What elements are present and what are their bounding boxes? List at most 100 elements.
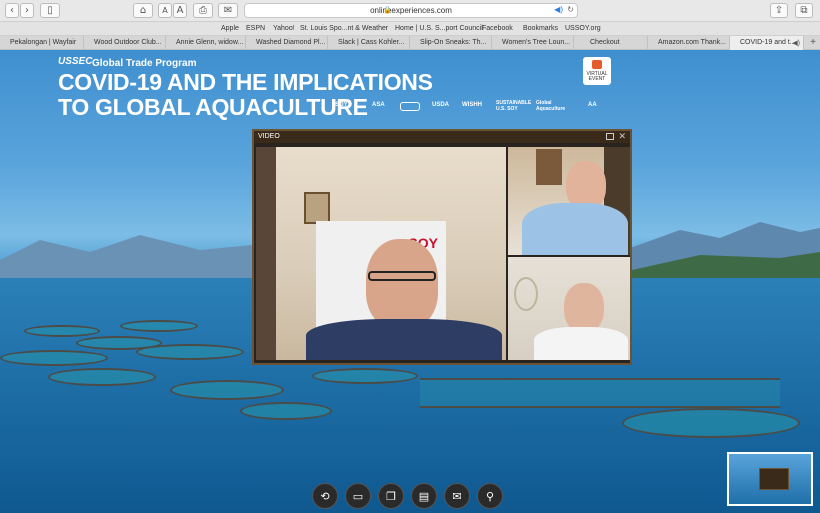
replay-button[interactable]: ⟲	[312, 483, 338, 509]
sponsor-logo: SOY	[335, 102, 348, 108]
sponsor-logo: AA	[588, 102, 597, 108]
bookmark-item[interactable]: St. Louis Spo...nt & Weather	[300, 25, 388, 32]
close-icon[interactable]: ✕	[618, 131, 626, 142]
bookmark-item[interactable]: Bookmarks	[523, 25, 558, 32]
profile-button[interactable]: ⚲	[477, 483, 503, 509]
browser-tab[interactable]: Slack | Cass Kohler...	[328, 36, 410, 50]
home-icon[interactable]: ⌂	[133, 3, 153, 18]
maximize-icon[interactable]	[606, 133, 614, 140]
fish-farm-platform	[420, 378, 780, 408]
speaker-icon[interactable]: ◀)	[792, 39, 800, 47]
tab-label: Women's Tree Loun...	[502, 39, 571, 46]
text-smaller-button[interactable]: A	[158, 3, 172, 18]
browser-tab-active[interactable]: COVID-19 and t... ◀)	[730, 36, 804, 50]
text-larger-button[interactable]: A	[173, 3, 187, 18]
video-camera-icon	[592, 60, 602, 69]
fish-pen	[48, 368, 156, 386]
lock-icon: 🔒	[383, 7, 392, 14]
browser-tab[interactable]: Annie Glenn, widow...	[166, 36, 246, 50]
browser-toolbar: ‹ › ▯ ⌂ A A ⎙ ✉ 🔒 onlineexperiences.com …	[0, 0, 820, 22]
tab-label: Amazon.com Thank...	[658, 39, 726, 46]
fish-pen	[24, 325, 100, 337]
bookmark-item[interactable]: Apple	[221, 25, 239, 32]
wall-plate	[514, 277, 538, 311]
sidebar-icon[interactable]: ▯	[40, 3, 60, 18]
bookmarks-bar: Apple ESPN Yahoo! St. Louis Spo...nt & W…	[0, 22, 820, 36]
fish-pen	[240, 402, 332, 420]
chat-button[interactable]: ✉	[444, 483, 470, 509]
browser-tab[interactable]: Amazon.com Thank...	[648, 36, 730, 50]
video-window[interactable]: VIDEO ✕ SOY	[252, 129, 632, 365]
wall-art	[536, 149, 562, 185]
screen-icon: ▭	[352, 489, 364, 503]
tab-label: Washed Diamond Pl...	[256, 39, 326, 46]
browser-tab[interactable]: Washed Diamond Pl...	[246, 36, 328, 50]
sponsor-logo: ASA	[372, 102, 385, 108]
window-shutter	[256, 147, 276, 360]
forward-button[interactable]: ›	[20, 3, 34, 18]
tab-label: Pekalongan | Wayfair	[10, 39, 77, 46]
reload-icon[interactable]: ↻	[567, 5, 574, 14]
documents-button[interactable]: ▤	[411, 483, 437, 509]
print-icon[interactable]: ⎙	[193, 3, 213, 18]
tab-label: Wood Outdoor Club...	[94, 39, 162, 46]
chat-icon: ✉	[452, 489, 462, 503]
sponsor-logo: Global Aquaculture	[536, 100, 566, 112]
mini-preview-thumbnail[interactable]	[727, 452, 813, 506]
address-bar[interactable]: 🔒 onlineexperiences.com ◀) ↻	[244, 3, 578, 18]
browser-tab[interactable]: Wood Outdoor Club...	[84, 36, 166, 50]
profile-icon: ⚲	[485, 489, 495, 503]
fish-pen	[0, 350, 108, 366]
participant-shirt	[534, 327, 628, 360]
new-tab-icon[interactable]: +	[810, 37, 816, 48]
share-icon[interactable]: ⇪	[770, 3, 788, 18]
tab-label: Checkout	[590, 39, 620, 46]
mail-icon[interactable]: ✉	[218, 3, 238, 18]
tab-label: Slack | Cass Kohler...	[338, 39, 405, 46]
browser-tab[interactable]: Checkout	[574, 36, 648, 50]
tab-bar: Pekalongan | Wayfair Wood Outdoor Club..…	[0, 36, 820, 50]
browser-tab[interactable]: Women's Tree Loun...	[492, 36, 574, 50]
speaker-head	[366, 239, 438, 329]
event-title-line2: TO GLOBAL AQUACULTURE	[58, 94, 368, 120]
fish-pen	[312, 368, 418, 384]
slides-icon: ❐	[386, 489, 396, 503]
browser-tab[interactable]: Slip-On Sneaks: Th...	[410, 36, 492, 50]
participant-shirt	[522, 203, 628, 255]
speaker-suit	[306, 319, 502, 360]
virtual-event-badge: VIRTUAL EVENT	[583, 57, 611, 85]
event-page: USSEC Global Trade Program COVID-19 AND …	[0, 50, 820, 513]
tab-label: Annie Glenn, widow...	[176, 39, 244, 46]
tab-label: COVID-19 and t...	[740, 39, 796, 46]
participant-feed-bottom	[508, 257, 630, 360]
event-title-line1: COVID-19 AND THE IMPLICATIONS	[58, 69, 433, 95]
speaker-feed-main: SOY	[256, 147, 506, 360]
sponsor-logo: SUSTAINABLE U.S. SOY	[496, 100, 532, 112]
bookmark-item[interactable]: Facebook	[482, 25, 513, 32]
slides-button[interactable]: ❐	[378, 483, 404, 509]
mini-video-window	[759, 468, 789, 490]
video-window-title: VIDEO	[258, 133, 280, 140]
sponsor-logo: WISHH	[462, 102, 482, 108]
wall-picture	[304, 192, 330, 224]
screen-button[interactable]: ▭	[345, 483, 371, 509]
bookmark-item[interactable]: ESPN	[246, 25, 265, 32]
fish-pen	[136, 344, 244, 360]
back-button[interactable]: ‹	[5, 3, 19, 18]
program-title: Global Trade Program	[92, 58, 197, 69]
bookmark-item[interactable]: USSOY.org	[565, 25, 601, 32]
documents-icon: ▤	[418, 489, 430, 503]
speaker-glasses	[368, 271, 436, 281]
badge-label: VIRTUAL EVENT	[586, 71, 608, 82]
video-window-header: VIDEO ✕	[254, 131, 630, 143]
replay-icon: ⟲	[320, 489, 330, 503]
bookmark-item[interactable]: Yahoo!	[273, 25, 295, 32]
bookmark-item[interactable]: Home | U.S. S...port Council	[395, 25, 483, 32]
browser-tab[interactable]: Pekalongan | Wayfair	[0, 36, 84, 50]
fish-pen	[170, 380, 284, 400]
sponsor-logo: USDA	[432, 102, 450, 108]
tabs-overview-icon[interactable]: ⧉	[795, 3, 813, 18]
speaker-icon[interactable]: ◀)	[554, 5, 563, 14]
fish-pen	[622, 408, 800, 438]
fish-pen	[120, 320, 198, 332]
